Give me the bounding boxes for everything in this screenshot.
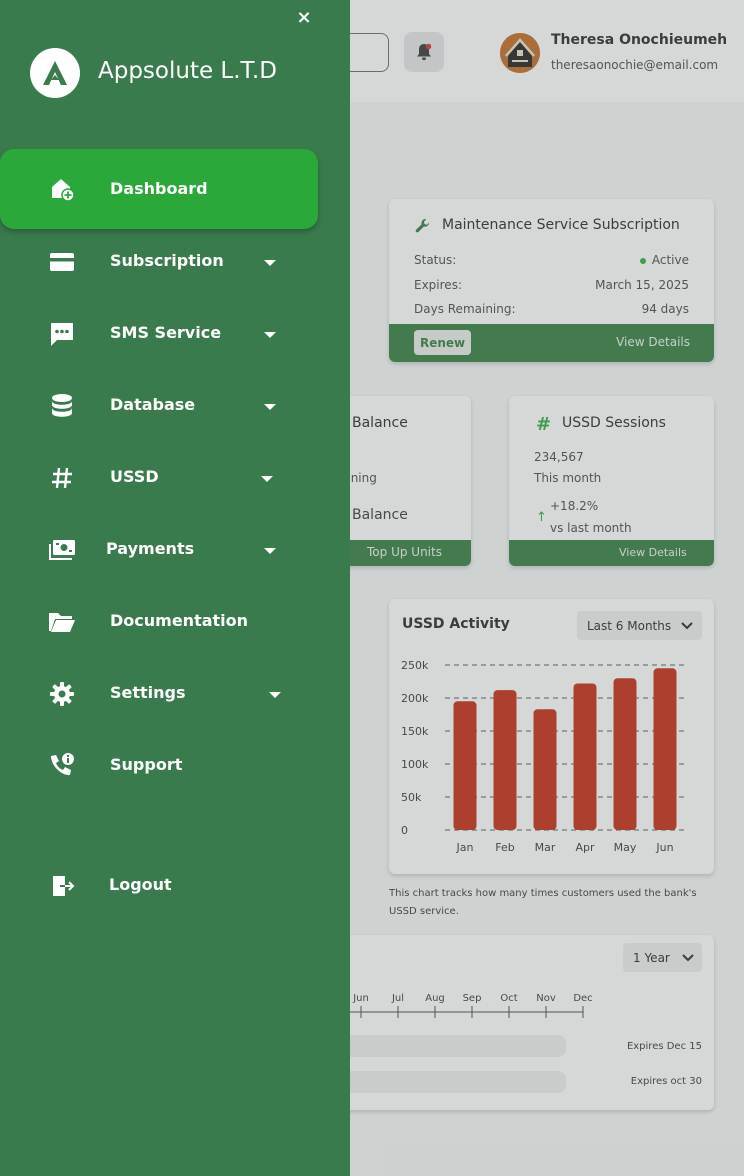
hash-icon bbox=[48, 464, 76, 492]
credit-card-icon bbox=[48, 248, 76, 276]
sidebar-item-label: SMS Service bbox=[110, 323, 222, 342]
close-icon: × bbox=[296, 6, 312, 28]
caret-down-icon bbox=[264, 404, 276, 410]
logo bbox=[30, 48, 80, 98]
phone-info-icon bbox=[48, 752, 76, 780]
chat-icon bbox=[48, 320, 76, 348]
logout-label: Logout bbox=[109, 875, 172, 894]
sidebar-item-label: USSD bbox=[110, 467, 159, 486]
caret-down-icon bbox=[264, 332, 276, 338]
sidebar-item-label: Subscription bbox=[110, 251, 224, 270]
brand-name: Appsolute L.T.D bbox=[98, 58, 277, 84]
sidebar-item-label: Support bbox=[110, 755, 183, 774]
sidebar-item-dashboard[interactable]: Dashboard bbox=[0, 149, 318, 229]
sidebar-item-subscription[interactable]: Subscription bbox=[0, 232, 318, 292]
logo-mark-icon bbox=[43, 61, 67, 85]
caret-down-icon bbox=[264, 548, 276, 554]
sidebar-item-label: Documentation bbox=[110, 611, 249, 630]
sidebar-item-label: Settings bbox=[110, 683, 186, 702]
sidebar-item-label: Database bbox=[110, 395, 196, 414]
sidebar-item-documentation[interactable]: Documentation bbox=[0, 592, 318, 652]
sidebar-item-settings[interactable]: Settings bbox=[0, 664, 318, 724]
sidebar: × Appsolute L.T.D Dashboard Subscription… bbox=[0, 0, 350, 1176]
logout-button[interactable]: Logout bbox=[0, 856, 318, 916]
money-icon bbox=[48, 536, 76, 564]
sidebar-item-label: Payments bbox=[106, 539, 195, 558]
sidebar-item-label: Dashboard bbox=[110, 179, 208, 198]
sidebar-item-payments[interactable]: Payments bbox=[0, 520, 318, 580]
caret-down-icon bbox=[261, 476, 273, 482]
logout-icon bbox=[50, 872, 78, 900]
sidebar-item-database[interactable]: Database bbox=[0, 376, 318, 436]
gear-icon bbox=[48, 680, 76, 708]
sidebar-item-sms-service[interactable]: SMS Service bbox=[0, 304, 318, 364]
home-plus-icon bbox=[48, 175, 76, 203]
database-icon bbox=[48, 392, 76, 420]
sidebar-item-support[interactable]: Support bbox=[0, 736, 318, 796]
close-sidebar-button[interactable]: × bbox=[293, 6, 315, 28]
caret-down-icon bbox=[269, 692, 281, 698]
caret-down-icon bbox=[264, 260, 276, 266]
sidebar-item-ussd[interactable]: USSD bbox=[0, 448, 318, 508]
folder-icon bbox=[48, 608, 76, 636]
